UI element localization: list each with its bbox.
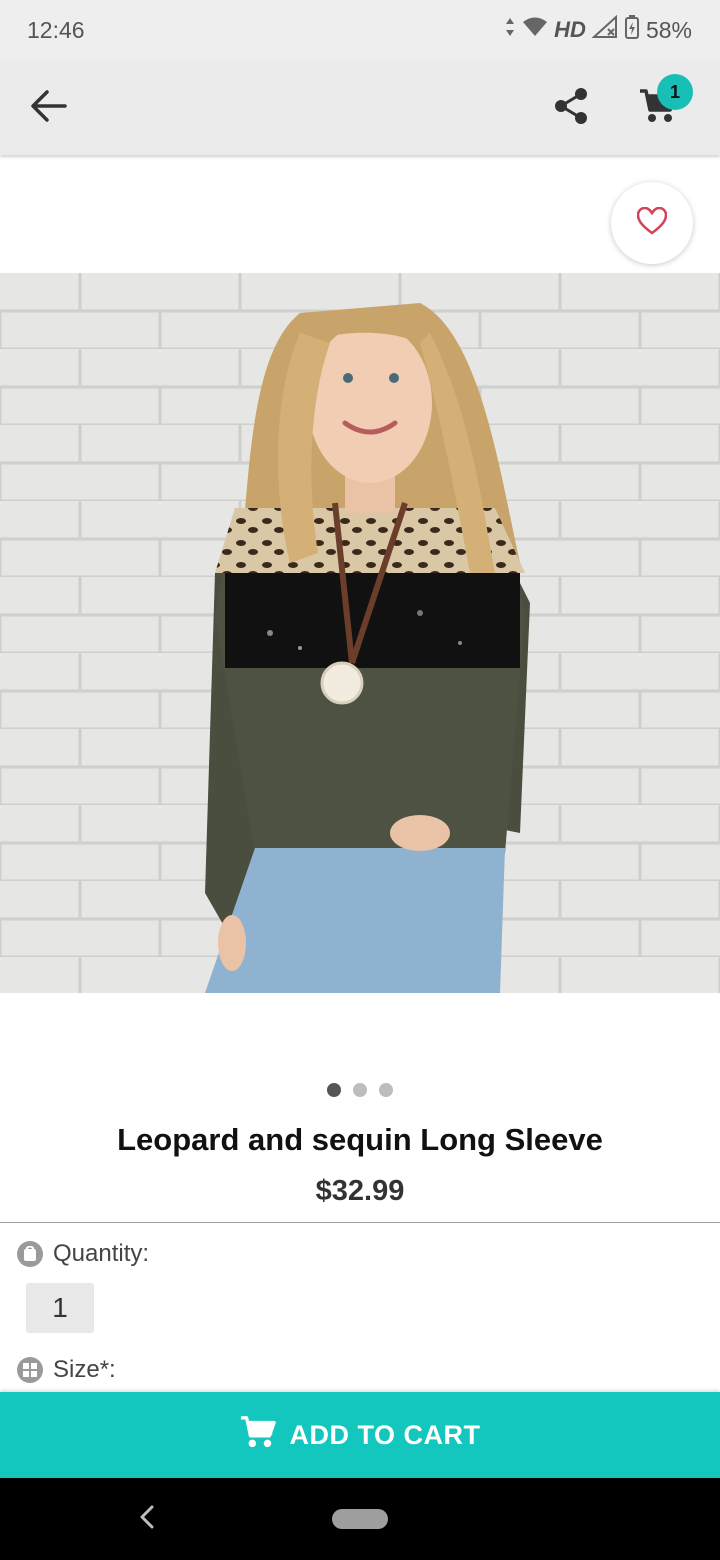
- carousel-dot[interactable]: [327, 1083, 341, 1097]
- quantity-field[interactable]: 1: [26, 1283, 94, 1333]
- wifi-icon: [522, 16, 548, 44]
- signal-icon: [591, 14, 618, 45]
- back-arrow-icon: [29, 89, 67, 128]
- size-icon: [17, 1357, 43, 1383]
- status-indicators: HD 58%: [504, 14, 692, 45]
- product-title: Leopard and sequin Long Sleeve: [117, 1122, 603, 1157]
- battery-percent: 58%: [645, 16, 692, 43]
- divider: [0, 1222, 720, 1223]
- share-icon: [553, 87, 589, 130]
- network-type: HD: [554, 17, 586, 42]
- status-time: 12:46: [27, 17, 85, 43]
- quantity-icon: [17, 1241, 43, 1267]
- add-to-cart-label: ADD TO CART: [289, 1419, 481, 1450]
- status-bar: 12:46 HD 58%: [0, 0, 720, 60]
- nav-home-pill[interactable]: [332, 1509, 388, 1529]
- nav-back-button[interactable]: [132, 1500, 162, 1538]
- app-bar: [0, 60, 720, 155]
- add-to-cart-button[interactable]: ADD TO CART: [0, 1392, 720, 1478]
- carousel-dots: [0, 1083, 720, 1097]
- back-button[interactable]: [22, 82, 74, 134]
- quantity-label: Quantity:: [53, 1240, 150, 1267]
- cart-white-icon: [240, 1414, 276, 1457]
- share-button[interactable]: [545, 82, 597, 134]
- favorite-button[interactable]: [611, 182, 693, 264]
- quantity-row: Quantity:: [17, 1240, 149, 1268]
- heart-icon: [636, 206, 668, 240]
- product-photo: [0, 273, 720, 993]
- cart-count-badge: 1: [657, 74, 693, 110]
- battery-icon: [624, 15, 640, 45]
- product-price: $32.99: [315, 1175, 405, 1207]
- carousel-dot[interactable]: [379, 1083, 393, 1097]
- size-row: Size*:: [17, 1356, 116, 1384]
- data-arrows-icon: [504, 16, 516, 44]
- product-image[interactable]: [0, 273, 720, 993]
- size-label: Size*:: [53, 1356, 116, 1383]
- nav-back-icon: [139, 1504, 155, 1535]
- carousel-dot[interactable]: [353, 1083, 367, 1097]
